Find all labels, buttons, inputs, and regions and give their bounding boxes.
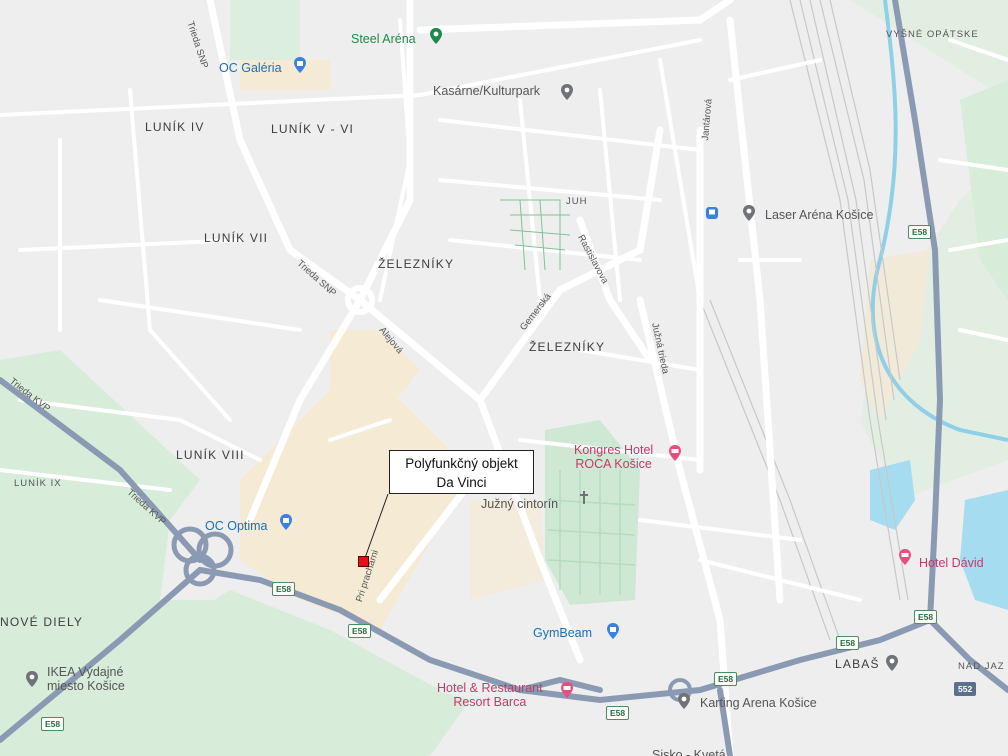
callout-title-line1: Polyfunkčný objekt xyxy=(405,456,518,471)
poi-bottom-cut[interactable]: Sisko - Kvetá xyxy=(652,748,726,756)
road-shield-e58: E58 xyxy=(836,636,860,650)
hotel-pin-icon[interactable] xyxy=(896,548,914,566)
district-lunik-iv: LUNÍK IV xyxy=(145,120,205,134)
poi-hotel-restaurant-barca[interactable]: Hotel & Restaurant Resort Barca xyxy=(437,681,543,709)
shopping-pin-icon[interactable] xyxy=(291,56,309,74)
road-shield-e58: E58 xyxy=(41,717,65,731)
district-zelezniky-1: ŽELEZNÍKY xyxy=(378,257,455,271)
poi-oc-optima[interactable]: OC Optima xyxy=(205,519,268,533)
district-lunik-v-vi: LUNÍK V - VI xyxy=(271,122,355,136)
poi-gymbeam[interactable]: GymBeam xyxy=(533,626,592,640)
poi-karting-arena[interactable]: Karting Arena Košice xyxy=(700,696,817,710)
place-pin-icon[interactable] xyxy=(23,670,41,688)
district-nad-jazerom: NAD JAZ xyxy=(958,661,1005,672)
poi-hotel-david[interactable]: Hotel Dávid xyxy=(919,556,984,570)
district-lunik-ix: LUNÍK IX xyxy=(14,478,62,489)
district-nove-diely: NOVÉ DIELY xyxy=(0,615,84,629)
road-shield-e58: E58 xyxy=(272,582,296,596)
poi-kasarne-kulturpark[interactable]: Kasárne/Kulturpark xyxy=(433,84,540,98)
poi-steel-arena[interactable]: Steel Aréna xyxy=(351,32,416,46)
hotel-pin-icon[interactable] xyxy=(558,681,576,699)
map-canvas[interactable]: LUNÍK IV LUNÍK V - VI LUNÍK VII ŽELEZNÍK… xyxy=(0,0,1008,756)
district-vysne-opatske: VYŠNÉ OPÁTSKE xyxy=(886,29,979,40)
hotel-pin-icon[interactable] xyxy=(666,444,684,462)
district-lunik-vii: LUNÍK VII xyxy=(204,231,269,245)
district-lunik-viii: LUNÍK VIII xyxy=(176,448,245,462)
cemetery-icon xyxy=(580,491,588,504)
poi-ikea[interactable]: IKEA Výdajné miesto Košice xyxy=(47,665,125,693)
road-shield-e58: E58 xyxy=(714,672,738,686)
district-juh: JUH xyxy=(566,196,588,207)
shopping-pin-icon[interactable] xyxy=(277,513,295,531)
poi-laser-arena[interactable]: Laser Aréna Košice xyxy=(765,208,873,222)
poi-juzny-cintorin[interactable]: Južný cintorín xyxy=(481,497,558,511)
road-shield-e58: E58 xyxy=(606,706,630,720)
place-pin-icon[interactable] xyxy=(558,83,576,101)
poi-kongres-hotel[interactable]: Kongres Hotel ROCA Košice xyxy=(574,443,653,471)
train-station-icon[interactable] xyxy=(705,206,719,220)
place-pin-icon[interactable] xyxy=(740,204,758,222)
park-pin-icon[interactable] xyxy=(427,27,445,45)
district-zelezniky-2: ŽELEZNÍKY xyxy=(529,340,606,354)
property-callout[interactable]: Polyfunkčný objekt Da Vinci xyxy=(389,450,534,494)
property-location-marker[interactable] xyxy=(358,556,369,567)
place-pin-icon[interactable] xyxy=(883,654,901,672)
road-shield-e58: E58 xyxy=(348,624,372,638)
road-shield-e58: E58 xyxy=(914,610,938,624)
road-shield-e58: E58 xyxy=(908,225,932,239)
shopping-pin-icon[interactable] xyxy=(604,622,622,640)
callout-title-line2: Da Vinci xyxy=(436,475,487,490)
poi-oc-galeria[interactable]: OC Galéria xyxy=(219,61,282,75)
place-pin-icon[interactable] xyxy=(675,692,693,710)
road-shield-552: 552 xyxy=(954,682,977,696)
district-labas: LABAŠ xyxy=(835,657,880,671)
